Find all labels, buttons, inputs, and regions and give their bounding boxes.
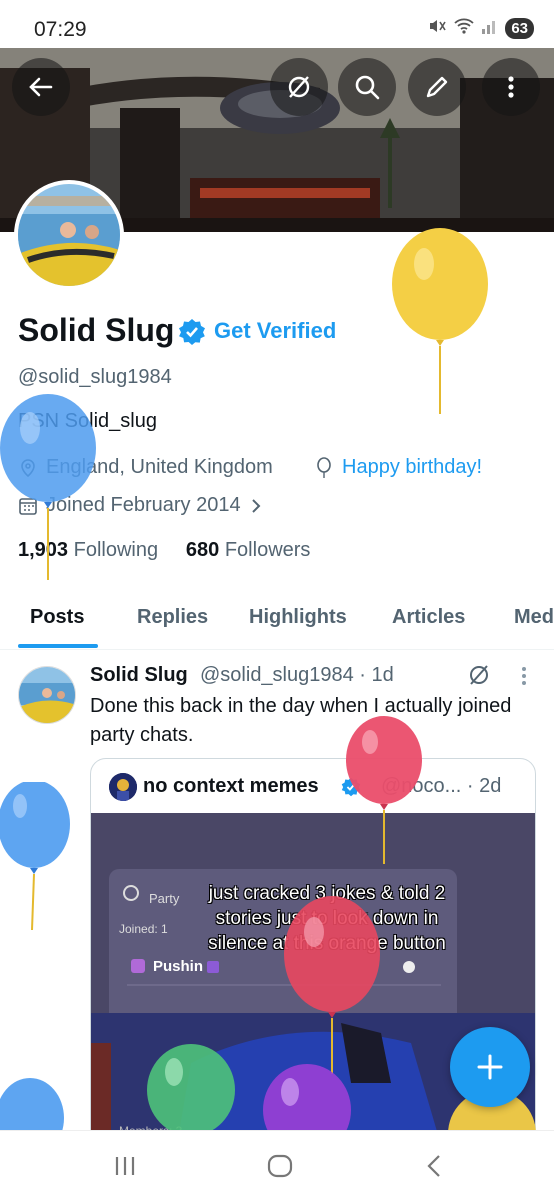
followers-link[interactable]: 680 Followers — [186, 539, 311, 561]
blue-balloon-icon — [0, 1078, 64, 1134]
follow-stats: 1,903 Following 680 Followers — [18, 539, 310, 562]
tab-highlights[interactable]: Highlights — [249, 606, 347, 629]
arrow-left-icon — [29, 77, 53, 97]
home-icon[interactable] — [266, 1153, 294, 1179]
status-bar: 07:29 63 — [0, 0, 554, 48]
profile-handle: @solid_slug1984 — [18, 366, 172, 388]
media-pushin-text: Pushin — [153, 958, 203, 975]
post-avatar[interactable] — [18, 666, 76, 724]
tab-media[interactable]: Med — [514, 606, 554, 629]
quote-handle-time: @noco... · 2d — [381, 775, 502, 797]
quote-verified-icon — [341, 777, 361, 802]
following-count: 1,903 — [18, 539, 69, 561]
following-label: Following — [73, 539, 159, 561]
followers-count: 680 — [185, 539, 220, 561]
search-icon — [355, 75, 380, 100]
profile-location: England, United Kingdom — [18, 456, 273, 479]
get-verified-link[interactable]: Get Verified — [214, 318, 336, 344]
profile-birthday[interactable]: Happy birthday! — [314, 456, 482, 479]
joined-text: Joined February 2014 — [46, 494, 241, 516]
location-pin-icon — [21, 458, 35, 477]
calendar-icon — [19, 497, 37, 515]
profile-tabs: Posts Replies Highlights Articles Med — [0, 590, 554, 650]
edit-button[interactable] — [408, 58, 466, 116]
app-root: 07:29 63 Solid Slug Get Verified @solid_… — [0, 0, 554, 1200]
profile-joined[interactable]: Joined February 2014 — [18, 494, 263, 517]
profile-avatar[interactable] — [14, 180, 124, 290]
yellow-balloon-icon — [392, 228, 488, 414]
profile-bio: PSN Solid_slug — [18, 410, 157, 432]
avatar-image — [18, 184, 120, 286]
followers-label: Followers — [224, 539, 311, 561]
more-options-button[interactable] — [482, 58, 540, 116]
wifi-icon — [453, 16, 475, 41]
media-image: Party Joined: 1 Pushin Members: 3 — [91, 813, 535, 1177]
system-nav-bar — [0, 1130, 554, 1200]
search-button[interactable] — [338, 58, 396, 116]
quote-author: no context memes — [143, 775, 319, 797]
recent-apps-icon[interactable] — [112, 1155, 138, 1177]
blue-balloon-icon — [0, 782, 70, 931]
tab-posts[interactable]: Posts — [30, 606, 84, 629]
mute-icon — [427, 16, 447, 41]
chevron-right-icon — [251, 498, 260, 513]
compose-post-button[interactable] — [450, 1027, 530, 1107]
battery-indicator: 63 — [505, 18, 534, 39]
more-vertical-icon — [508, 76, 514, 98]
grok-button[interactable] — [270, 58, 328, 116]
verified-badge-icon — [178, 318, 206, 351]
plus-icon — [477, 1054, 503, 1080]
quote-media[interactable]: Party Joined: 1 Pushin Members: 3 just c… — [91, 813, 535, 1177]
status-time: 07:29 — [34, 18, 87, 41]
post-text: Done this back in the day when I actuall… — [90, 695, 512, 746]
status-icons: 63 — [427, 16, 534, 41]
tab-replies[interactable]: Replies — [137, 606, 208, 629]
location-text: England, United Kingdom — [46, 456, 273, 478]
profile-name: Solid Slug — [18, 312, 175, 348]
post-more-icon[interactable] — [514, 664, 534, 693]
back-nav-icon[interactable] — [424, 1153, 444, 1179]
post-handle-time: @solid_slug1984 · 1d — [200, 664, 394, 686]
post-author[interactable]: Solid Slug — [90, 664, 188, 687]
active-tab-indicator — [18, 644, 98, 648]
signal-icon — [481, 17, 499, 40]
tab-articles[interactable]: Articles — [392, 606, 465, 629]
grok-post-icon[interactable] — [466, 662, 492, 693]
media-caption: just cracked 3 jokes & told 2 stories ju… — [208, 883, 446, 954]
back-button[interactable] — [12, 58, 70, 116]
birthday-text[interactable]: Happy birthday! — [342, 456, 482, 479]
following-link[interactable]: 1,903 Following — [18, 539, 158, 561]
pencil-icon — [426, 76, 448, 98]
media-joined-text: Joined: 1 — [119, 922, 168, 936]
quoted-post[interactable]: no context memes @noco... · 2d Party Joi… — [90, 758, 536, 1178]
grok-icon — [288, 76, 310, 98]
avatar-image — [19, 667, 75, 723]
quote-avatar — [109, 773, 137, 801]
balloon-icon — [317, 456, 331, 478]
media-party-text: Party — [149, 891, 180, 906]
